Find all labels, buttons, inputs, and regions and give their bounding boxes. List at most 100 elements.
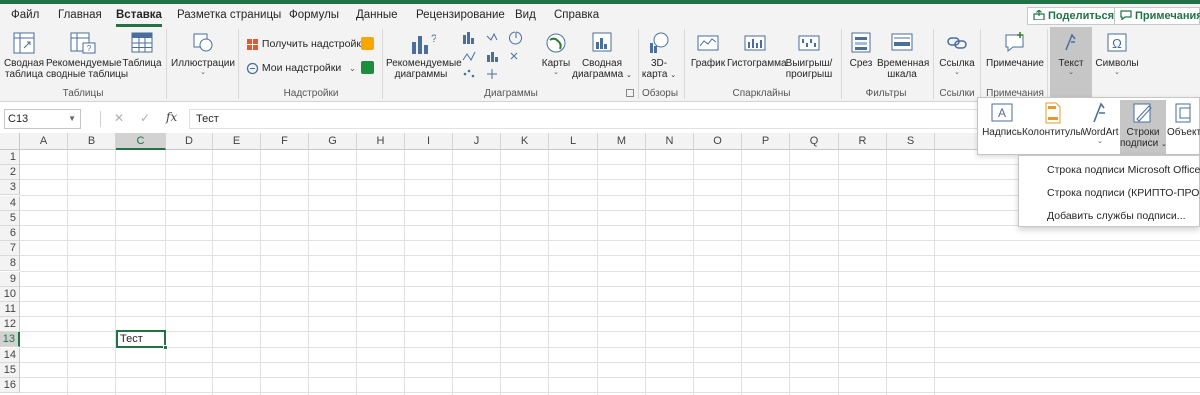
gridline xyxy=(115,150,116,395)
chart-types-icon[interactable] xyxy=(461,30,539,86)
row-header[interactable]: 12 xyxy=(0,317,20,333)
column-header[interactable]: N xyxy=(646,133,694,150)
column-header[interactable]: O xyxy=(694,133,742,150)
column-header[interactable]: M xyxy=(598,133,646,150)
gridline xyxy=(20,240,1200,242)
slicer-button[interactable]: Срез xyxy=(846,30,876,69)
textbox-icon: A xyxy=(991,103,1013,122)
tab-data[interactable]: Данные xyxy=(356,4,398,27)
column-header[interactable]: G xyxy=(309,133,357,150)
name-box[interactable]: C13 ▼ xyxy=(4,109,81,129)
gridline xyxy=(20,285,1200,287)
row-header[interactable]: 11 xyxy=(0,302,20,317)
tab-formulas[interactable]: Формулы xyxy=(289,4,339,27)
illustrations-button[interactable]: Иллюстрации ⌄ xyxy=(171,30,235,76)
maps-button[interactable]: Карты ⌄ xyxy=(538,30,574,76)
tab-home[interactable]: Главная xyxy=(58,4,102,27)
menu-item-add-signature-services[interactable]: Добавить службы подписи... xyxy=(1047,210,1186,222)
column-header[interactable]: D xyxy=(166,133,213,150)
column-header[interactable]: H xyxy=(357,133,405,150)
chevron-down-icon[interactable]: ▼ xyxy=(68,110,76,128)
column-header[interactable]: S xyxy=(887,133,935,150)
column-header[interactable]: I xyxy=(405,133,453,150)
tab-review[interactable]: Рецензирование xyxy=(416,4,505,27)
cancel-icon[interactable]: ✕ xyxy=(114,111,124,125)
comments-button[interactable]: Примечания xyxy=(1114,7,1200,25)
bing-icon[interactable] xyxy=(361,37,374,50)
wordart-button[interactable]: WordArt ⌄ xyxy=(1082,101,1119,145)
tab-view[interactable]: Вид xyxy=(515,4,536,27)
column-header[interactable]: C xyxy=(116,133,166,150)
row-header[interactable]: 3 xyxy=(0,180,20,196)
tab-file[interactable]: Файл xyxy=(11,4,39,27)
row-header[interactable]: 15 xyxy=(0,362,20,378)
menu-item-ms-office-signature[interactable]: Строка подписи Microsoft Office... xyxy=(1047,164,1200,176)
comment-button[interactable]: Примечание xyxy=(984,30,1046,69)
signature-line-button[interactable]: Строки подписи ⌄ xyxy=(1120,100,1167,154)
pivot-chart-button[interactable]: Сводная диаграмма ⌄ xyxy=(572,30,632,81)
row-header[interactable]: 16 xyxy=(0,378,20,393)
link-icon xyxy=(947,37,967,49)
recommended-pivot-label-1: Рекомендуемые xyxy=(46,58,122,69)
sparkline-winloss-button[interactable]: Выигрыш/ проигрыш xyxy=(784,30,834,80)
pivot-table-button[interactable]: Сводная таблица xyxy=(3,30,45,80)
recommended-charts-button[interactable]: ? Рекомендуемые диаграммы xyxy=(386,30,462,80)
svg-text:?: ? xyxy=(431,33,436,45)
share-button[interactable]: Поделиться xyxy=(1027,7,1121,25)
row-header[interactable]: 6 xyxy=(0,226,20,241)
header-footer-button[interactable]: Колонтитулы xyxy=(1022,101,1083,138)
column-header[interactable]: K xyxy=(501,133,549,150)
row-header[interactable]: 10 xyxy=(0,286,20,302)
active-cell-c13[interactable]: Тест xyxy=(116,330,168,350)
3d-map-button[interactable]: 3D- карта ⌄ xyxy=(641,30,677,81)
select-all-corner[interactable] xyxy=(0,133,20,150)
column-header[interactable]: E xyxy=(213,133,261,150)
row-header[interactable]: 1 xyxy=(0,150,20,165)
gridline xyxy=(404,150,405,395)
column-header[interactable]: Q xyxy=(790,133,839,150)
fill-handle[interactable] xyxy=(163,345,168,350)
share-icon xyxy=(1033,10,1045,20)
my-addins-button[interactable]: Мои надстройки ⌄ xyxy=(246,60,356,77)
my-addins-label: Мои надстройки xyxy=(261,62,342,74)
timeline-button[interactable]: Временная шкала xyxy=(877,30,929,80)
text-icon xyxy=(1065,33,1076,51)
dialog-launcher-icon[interactable] xyxy=(626,89,634,97)
enter-icon[interactable]: ✓ xyxy=(140,111,150,125)
get-addins-button[interactable]: Получить надстройки xyxy=(246,36,367,52)
table-button[interactable]: Таблица xyxy=(121,30,163,69)
column-header[interactable]: J xyxy=(453,133,501,150)
column-header[interactable]: L xyxy=(549,133,598,150)
ribbon: Сводная таблица ? Рекомендуемые сводные … xyxy=(0,27,1200,102)
object-button[interactable]: Объект xyxy=(1167,101,1200,138)
link-button[interactable]: Ссылка ⌄ xyxy=(936,30,978,76)
row-header[interactable]: 4 xyxy=(0,195,20,211)
row-header[interactable]: 5 xyxy=(0,210,20,226)
tab-page-layout[interactable]: Разметка страницы xyxy=(177,4,281,27)
column-header[interactable]: P xyxy=(742,133,790,150)
row-header[interactable]: 7 xyxy=(0,241,20,257)
column-header[interactable]: F xyxy=(261,133,309,150)
chevron-down-icon: ⌄ xyxy=(1097,138,1103,145)
symbols-button[interactable]: Ω Символы ⌄ xyxy=(1094,30,1140,76)
name-box-value: C13 xyxy=(8,113,29,125)
recommended-pivot-button[interactable]: ? Рекомендуемые сводные таблицы xyxy=(46,30,128,80)
row-header[interactable]: 13 xyxy=(0,332,20,348)
tab-help[interactable]: Справка xyxy=(554,4,599,27)
textbox-button[interactable]: A Надпись xyxy=(982,101,1022,138)
row-header[interactable]: 9 xyxy=(0,271,20,287)
tab-insert[interactable]: Вставка xyxy=(116,4,162,27)
sparkline-column-button[interactable]: Гистограмма xyxy=(727,30,787,69)
column-header[interactable]: A xyxy=(20,133,68,150)
text-button[interactable]: Текст ⌄ xyxy=(1050,27,1092,97)
formula-input[interactable]: Тест xyxy=(189,109,979,129)
column-header[interactable]: B xyxy=(68,133,116,150)
row-header[interactable]: 2 xyxy=(0,165,20,181)
insert-function-icon[interactable]: fx xyxy=(166,110,177,124)
row-header[interactable]: 14 xyxy=(0,347,20,363)
sparkline-line-button[interactable]: График xyxy=(689,30,727,69)
people-graph-icon[interactable] xyxy=(361,61,374,74)
column-header[interactable]: R xyxy=(839,133,887,150)
row-header[interactable]: 8 xyxy=(0,256,20,272)
menu-item-crypto-pro-signature[interactable]: Строка подписи (КРИПТО-ПРО) xyxy=(1047,187,1200,199)
